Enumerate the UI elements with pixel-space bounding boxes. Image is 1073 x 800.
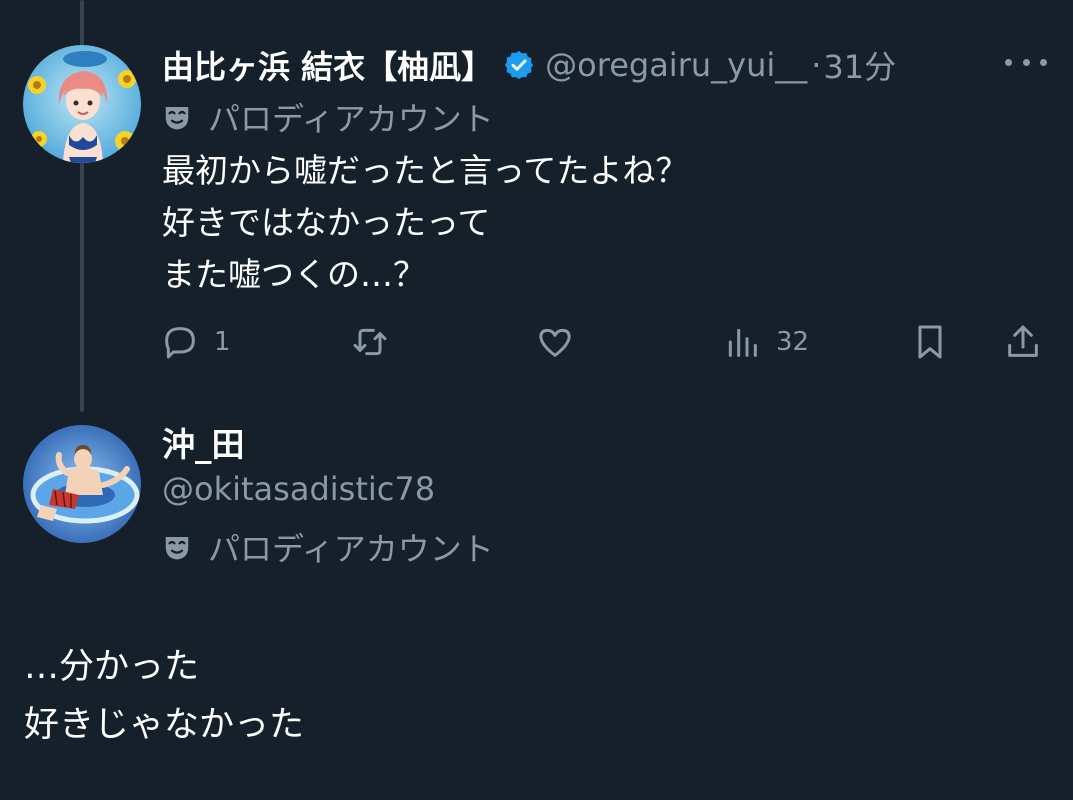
tweet-timestamp[interactable]: 31分 [823,42,896,88]
parody-label-text: パロディアカウント [208,100,494,138]
heart-icon [539,328,571,357]
tweet-author-row: 由比ヶ浜 結衣【柚凪】 @oregairu_yui__ · 31分 [162,40,896,90]
reply-text-line: …分かった [24,647,200,687]
retweet-button[interactable] [350,318,404,366]
tweet-body: 最初から嘘だったと言ってたよね？ 好きではなかったって また嘘つくの…？ [162,145,688,301]
share-icon [1008,325,1038,357]
reply-author-avatar[interactable] [23,425,141,543]
author-avatar[interactable] [23,45,141,163]
author-handle[interactable]: @oregairu_yui__ [545,46,807,84]
retweet-icon [353,328,387,356]
reply-parody-account-label: パロディアカウント [162,525,494,569]
bookmark-button[interactable] [910,318,950,366]
tweet-text-line: また嘘つくの…？ [162,255,426,294]
views-icon [728,328,757,357]
tweet-action-bar: 1 32 [160,318,1050,366]
reply-author-display-name[interactable]: 沖_田 [162,418,245,466]
views-button[interactable]: 32 [722,318,809,366]
author-display-name[interactable]: 由比ヶ浜 結衣【柚凪】 [162,42,493,88]
reply-author-handle[interactable]: @okitasadistic78 [162,470,435,508]
reply-button[interactable]: 1 [160,318,231,366]
like-button[interactable] [535,318,589,366]
parody-mask-icon [165,537,189,560]
tweet-text-line: 最初から嘘だったと言ってたよね？ [162,151,689,190]
reply-icon [165,327,195,359]
view-count: 32 [776,327,810,357]
parody-account-label: パロディアカウント [162,95,494,139]
more-dots-icon[interactable] [1005,52,1047,72]
verified-badge-icon[interactable] [503,49,535,81]
share-button[interactable] [1003,318,1043,366]
reply-text-line: 好きじゃなかった [24,705,305,745]
handle-time-separator: · [811,46,822,84]
tweet-text-line: 好きではなかったって [162,203,491,242]
parody-mask-icon [165,107,189,130]
reply-count: 1 [214,327,231,357]
bookmark-icon [918,325,942,359]
reply-body: …分かった 好きじゃなかった [24,638,304,754]
parody-label-text: パロディアカウント [208,530,494,568]
